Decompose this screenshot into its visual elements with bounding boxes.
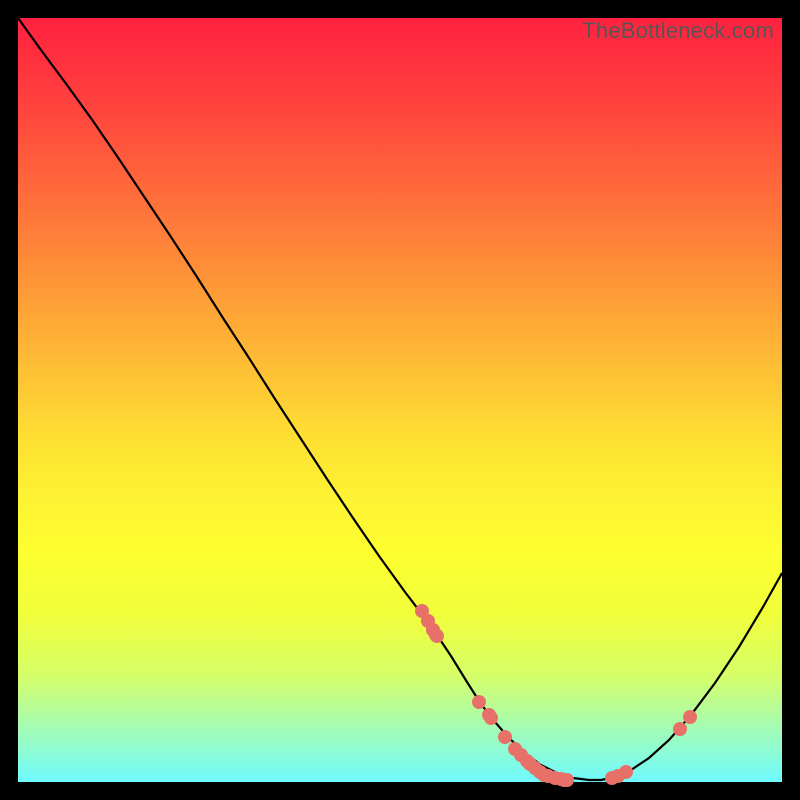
bottleneck-curve [18, 18, 782, 782]
data-point [520, 754, 534, 768]
data-point [508, 742, 522, 756]
data-point [426, 623, 440, 637]
watermark-text: TheBottleneck.com [582, 18, 774, 44]
chart-frame: TheBottleneck.com [0, 0, 800, 800]
data-point [554, 772, 568, 786]
data-point [528, 761, 542, 775]
data-point [541, 769, 555, 783]
data-point [472, 695, 486, 709]
data-point [498, 730, 512, 744]
data-point [430, 629, 444, 643]
data-point [548, 771, 562, 785]
data-point [537, 768, 551, 782]
data-point [560, 773, 574, 787]
data-point [557, 773, 571, 787]
data-point [533, 765, 547, 779]
data-point [673, 722, 687, 736]
data-point [605, 771, 619, 785]
data-point [421, 614, 435, 628]
data-point [415, 604, 429, 618]
plot-area: TheBottleneck.com [18, 18, 782, 782]
data-point [619, 765, 633, 779]
data-point [611, 769, 625, 783]
data-point [482, 708, 496, 722]
data-point [514, 748, 528, 762]
data-point [683, 710, 697, 724]
data-point [484, 711, 498, 725]
data-point [523, 757, 537, 771]
data-point [429, 628, 443, 642]
